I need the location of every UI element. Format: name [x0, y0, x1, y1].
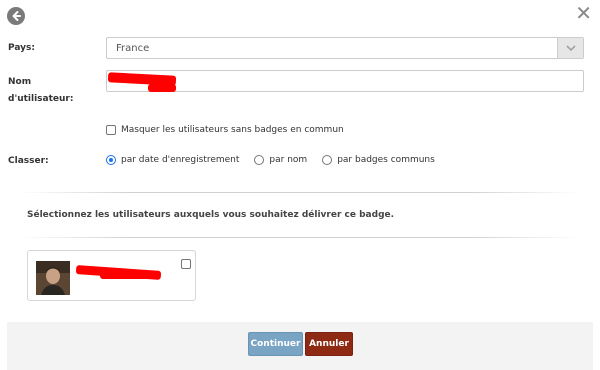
divider	[20, 237, 580, 238]
instruction-text: Sélectionnez les utilisateurs auxquels v…	[27, 210, 395, 220]
username-label-line1: Nom	[8, 77, 32, 87]
sort-by-badges-label: par badges communs	[337, 155, 435, 165]
sort-by-badges-radio[interactable]	[322, 155, 333, 165]
close-icon[interactable]: ✕	[575, 3, 592, 23]
hide-users-checkbox[interactable]	[106, 125, 116, 135]
sort-by-date-radio[interactable]	[106, 155, 116, 165]
user-select-checkbox[interactable]	[181, 259, 191, 269]
sort-options: par date d'enregistrement par nom par ba…	[106, 155, 435, 165]
country-select-value: France	[116, 42, 150, 54]
country-select[interactable]: France	[106, 37, 584, 59]
hide-users-label: Masquer les utilisateurs sans badges en …	[121, 125, 344, 135]
hide-users-row[interactable]: Masquer les utilisateurs sans badges en …	[106, 125, 344, 135]
continue-button[interactable]: Continuer	[248, 332, 303, 356]
username-label: Nom d'utilisateur:	[8, 74, 73, 108]
redaction-mark	[148, 84, 176, 92]
divider	[20, 192, 580, 193]
country-label: Pays:	[8, 43, 35, 53]
footer-bar: Continuer Annuler	[7, 322, 593, 370]
back-button[interactable]	[7, 7, 25, 25]
chevron-down-icon[interactable]	[557, 38, 583, 58]
username-input[interactable]	[106, 70, 584, 92]
sort-label: Classer:	[8, 156, 49, 166]
avatar	[36, 261, 70, 295]
sort-by-name-radio[interactable]	[254, 155, 265, 165]
sort-by-name-label: par nom	[269, 155, 308, 165]
user-card[interactable]	[27, 250, 196, 301]
redaction-mark	[100, 273, 160, 279]
cancel-button[interactable]: Annuler	[305, 332, 353, 356]
username-label-line2: d'utilisateur:	[8, 94, 74, 104]
sort-by-date-label: par date d'enregistrement	[121, 155, 240, 165]
arrow-left-icon	[12, 11, 21, 21]
